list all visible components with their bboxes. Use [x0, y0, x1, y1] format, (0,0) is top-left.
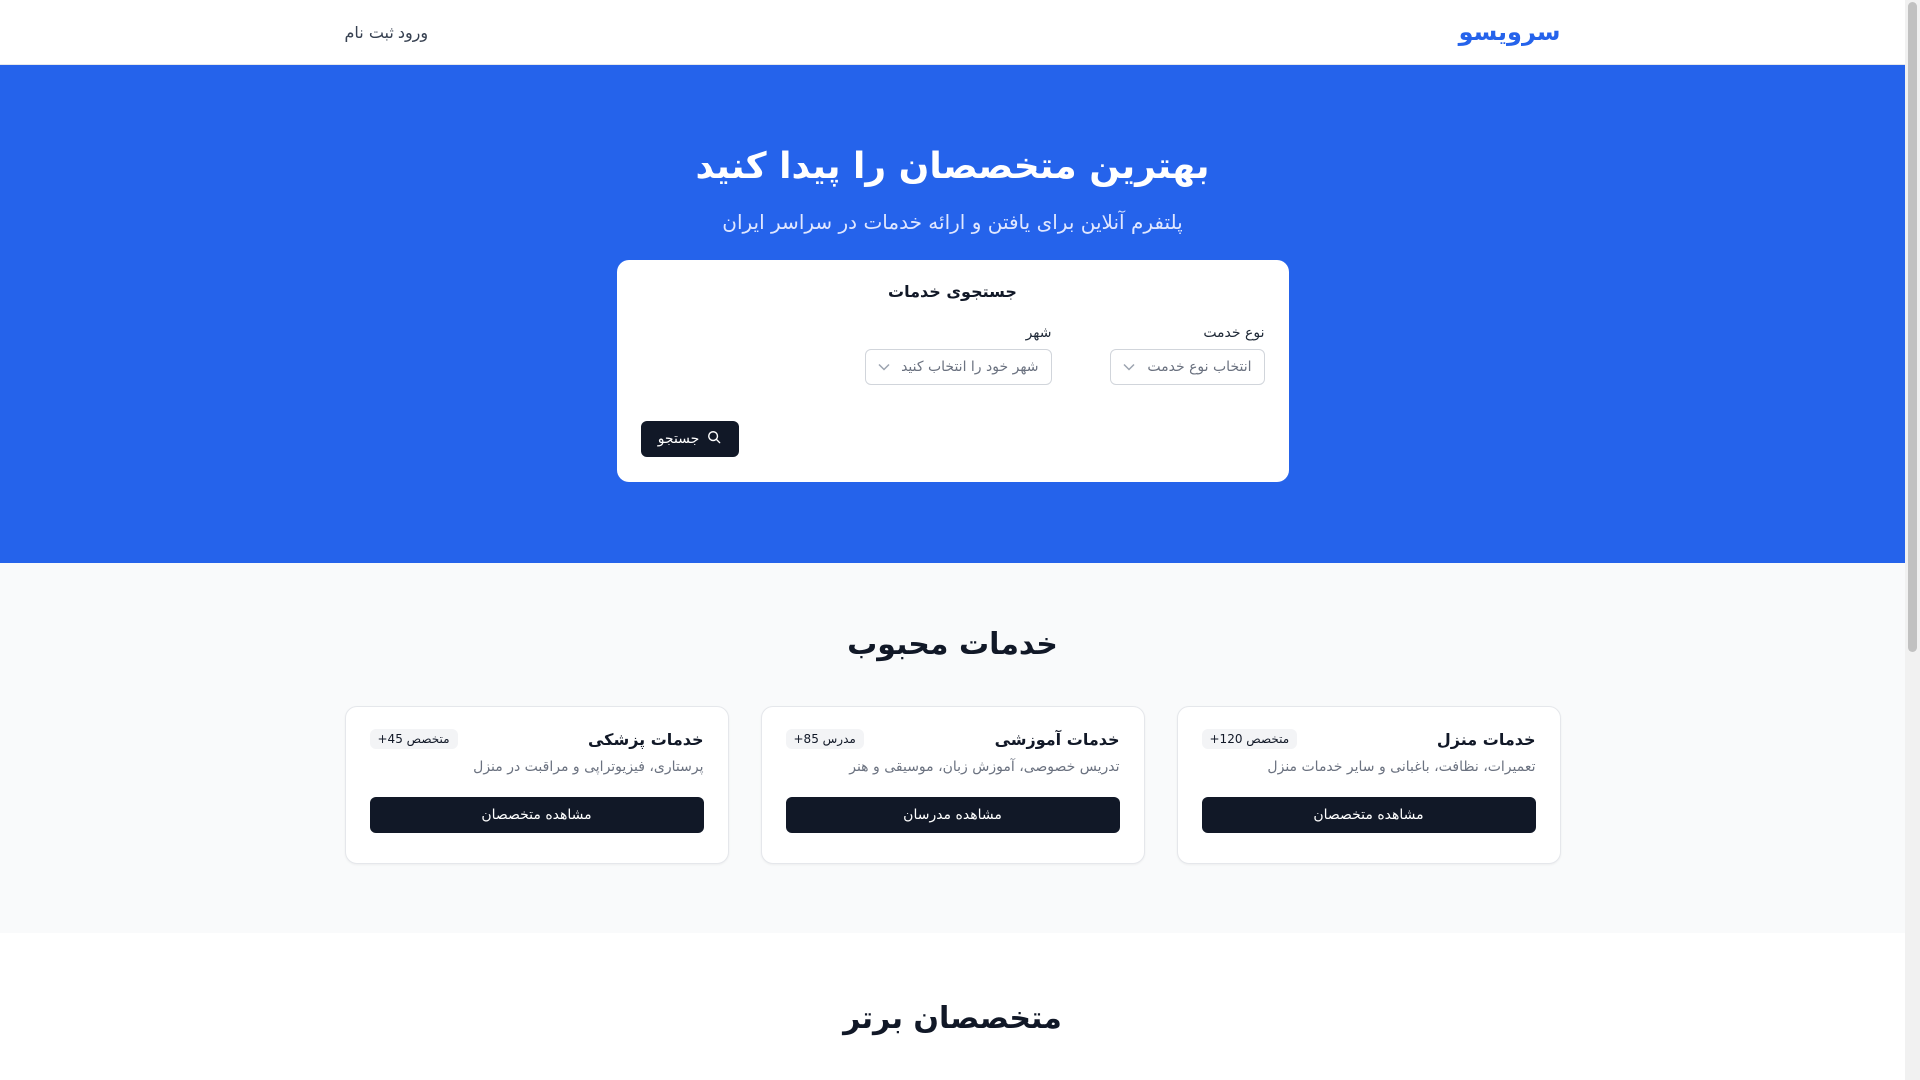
card-header: خدمات آموزشی +85 مدرس — [785, 729, 1120, 749]
view-teachers-button[interactable]: مشاهده مدرسان — [785, 797, 1120, 833]
header-inner: سرویسو ورود ثبت نام — [345, 0, 1561, 64]
card-description: تعمیرات، نظافت، باغبانی و سایر خدمات منز… — [1267, 759, 1536, 775]
city-label: شهر — [1025, 325, 1052, 342]
search-icon — [707, 430, 721, 448]
service-type-field: نوع خدمت انتخاب نوع خدمت — [1109, 325, 1265, 386]
service-cards: خدمات منزل +120 متخصص تعمیرات، نظافت، با… — [344, 706, 1561, 864]
count-badge: +120 متخصص — [1201, 729, 1298, 749]
hero-section: بهترین متخصصان را پیدا کنید پلتفرم آنلای… — [0, 65, 1905, 563]
card-title: خدمات منزل — [1436, 729, 1536, 749]
register-link[interactable]: ثبت نام — [345, 23, 394, 42]
card-description: پرستاری، فیزیوتراپی و مراقبت در منزل — [473, 759, 704, 775]
service-type-select[interactable]: انتخاب نوع خدمت — [1109, 349, 1265, 386]
service-card-medical: خدمات پزشکی +45 متخصص پرستاری، فیزیوتراپ… — [344, 706, 729, 864]
popular-services-section: خدمات محبوب خدمات منزل +120 متخصص تعمیرا… — [0, 563, 1905, 933]
count-badge: +45 متخصص — [369, 729, 458, 749]
chevron-down-icon — [877, 360, 890, 374]
popular-services-title: خدمات محبوب — [847, 627, 1058, 662]
search-fields: نوع خدمت انتخاب نوع خدمت شهر شهر خود را … — [641, 325, 1265, 386]
city-field: شهر شهر خود را انتخاب کنید — [864, 325, 1052, 386]
card-title: خدمات پزشکی — [587, 729, 704, 749]
hero-subtitle: پلتفرم آنلاین برای یافتن و ارائه خدمات د… — [722, 210, 1183, 235]
service-card-education: خدمات آموزشی +85 مدرس تدریس خصوصی، آموزش… — [760, 706, 1145, 864]
top-experts-title: متخصصان برتر — [843, 1001, 1062, 1036]
card-header: خدمات منزل +120 متخصص — [1201, 729, 1536, 749]
card-title: خدمات آموزشی — [994, 729, 1120, 749]
search-card: جستجوی خدمات نوع خدمت انتخاب نوع خدمت شه… — [616, 260, 1289, 483]
service-type-value: انتخاب نوع خدمت — [1147, 359, 1252, 376]
city-select[interactable]: شهر خود را انتخاب کنید — [864, 349, 1052, 386]
search-title: جستجوی خدمات — [888, 282, 1017, 302]
card-description: تدریس خصوصی، آموزش زبان، موسیقی و هنر — [849, 759, 1120, 775]
site-logo[interactable]: سرویسو — [1459, 18, 1561, 46]
page: سرویسو ورود ثبت نام بهترین متخصصان را پید… — [0, 0, 1905, 1080]
service-type-label: نوع خدمت — [1203, 325, 1265, 342]
card-header: خدمات پزشکی +45 متخصص — [369, 729, 704, 749]
chevron-down-icon — [1122, 360, 1135, 374]
top-experts-section: متخصصان برتر — [0, 933, 1905, 1036]
city-value: شهر خود را انتخاب کنید — [901, 359, 1039, 376]
hero-title: بهترین متخصصان را پیدا کنید — [695, 146, 1210, 187]
view-experts-button[interactable]: مشاهده متخصصان — [1201, 797, 1536, 833]
service-card-home: خدمات منزل +120 متخصص تعمیرات، نظافت، با… — [1176, 706, 1561, 864]
header-nav: ورود ثبت نام — [345, 23, 429, 42]
site-header: سرویسو ورود ثبت نام — [0, 0, 1905, 65]
view-experts-button[interactable]: مشاهده متخصصان — [369, 797, 704, 833]
scrollbar-thumb[interactable] — [1908, 2, 1917, 652]
login-link[interactable]: ورود — [398, 23, 428, 42]
count-badge: +85 مدرس — [785, 729, 864, 749]
search-button-label: جستجو — [657, 431, 700, 448]
scrollbar-track[interactable] — [1905, 0, 1920, 1080]
search-button[interactable]: جستجو — [640, 421, 739, 458]
